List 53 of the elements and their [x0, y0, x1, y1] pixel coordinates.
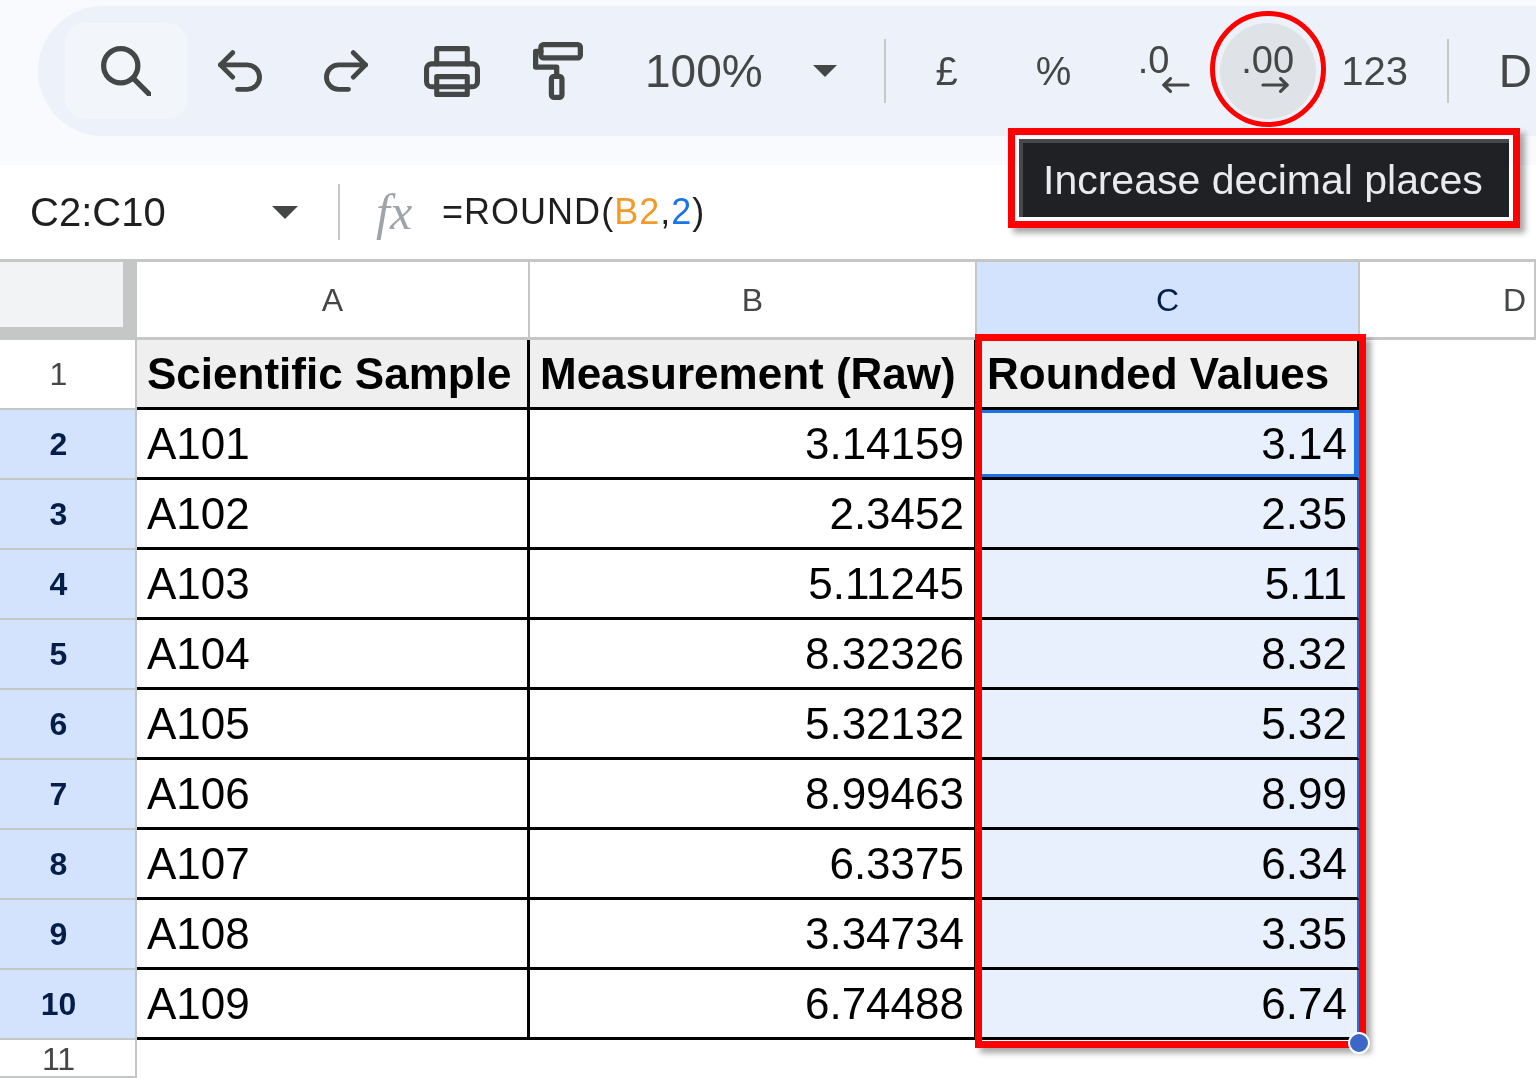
table-cell[interactable]: 8.99463 — [530, 760, 977, 830]
currency-button[interactable]: £ — [898, 23, 995, 119]
table-cell[interactable]: 3.14159 — [530, 410, 977, 480]
caret-icon — [272, 205, 298, 219]
row-header[interactable]: 7 — [0, 760, 137, 830]
table-cell[interactable]: 6.74488 — [530, 970, 977, 1040]
font-dropdown[interactable]: D — [1498, 48, 1532, 94]
row-header[interactable]: 8 — [0, 830, 137, 900]
row-header[interactable]: 11 — [0, 1040, 137, 1078]
search-button[interactable] — [65, 23, 187, 119]
decrease-decimal-button[interactable]: .0 — [1112, 23, 1209, 119]
column-header[interactable]: B — [530, 262, 977, 340]
table-cell[interactable]: A107 — [137, 830, 530, 900]
search-icon — [101, 46, 151, 96]
table-cell[interactable]: A108 — [137, 900, 530, 970]
column-header[interactable]: A — [137, 262, 530, 340]
name-box[interactable]: C2:C10 — [18, 180, 308, 244]
table-cell[interactable]: A101 — [137, 410, 530, 480]
table-cell[interactable]: Measurement (Raw) — [530, 340, 977, 410]
table-cell[interactable]: 2.3452 — [530, 480, 977, 550]
table-cell[interactable]: 8.32326 — [530, 620, 977, 690]
percent-button[interactable]: % — [1005, 23, 1102, 119]
table-cell[interactable]: 6.3375 — [530, 830, 977, 900]
right-arrow-icon — [1260, 77, 1289, 93]
caret-icon — [812, 65, 837, 77]
fill-handle[interactable] — [1348, 1032, 1370, 1054]
redo-icon — [324, 50, 368, 92]
row-header[interactable]: 9 — [0, 900, 137, 970]
table-cell[interactable]: A105 — [137, 690, 530, 760]
increase-decimal-button[interactable]: .00 — [1219, 23, 1316, 119]
row-header[interactable]: 4 — [0, 550, 137, 620]
number-format-button[interactable]: 123 — [1326, 23, 1423, 119]
undo-icon — [218, 50, 262, 92]
tooltip: Increase decimal places — [1019, 139, 1509, 217]
row-header[interactable]: 3 — [0, 480, 137, 550]
row-header[interactable]: 2 — [0, 410, 137, 480]
row-header[interactable]: 5 — [0, 620, 137, 690]
row-header[interactable]: 10 — [0, 970, 137, 1040]
table-cell[interactable]: 5.32132 — [530, 690, 977, 760]
table-cell[interactable]: A104 — [137, 620, 530, 690]
table-cell[interactable]: A106 — [137, 760, 530, 830]
paint-roller-icon — [533, 42, 583, 100]
table-cell[interactable]: A109 — [137, 970, 530, 1040]
row-header[interactable]: 1 — [0, 340, 137, 410]
table-cell[interactable]: A103 — [137, 550, 530, 620]
printer-icon — [424, 45, 480, 97]
table-cell[interactable]: 5.11245 — [530, 550, 977, 620]
zoom-dropdown[interactable]: 100% — [631, 31, 851, 111]
left-arrow-icon — [1161, 77, 1190, 93]
table-cell[interactable]: Scientific Sample — [137, 340, 530, 410]
row-header[interactable]: 6 — [0, 690, 137, 760]
table-cell[interactable]: 3.34734 — [530, 900, 977, 970]
table-cell[interactable]: A102 — [137, 480, 530, 550]
